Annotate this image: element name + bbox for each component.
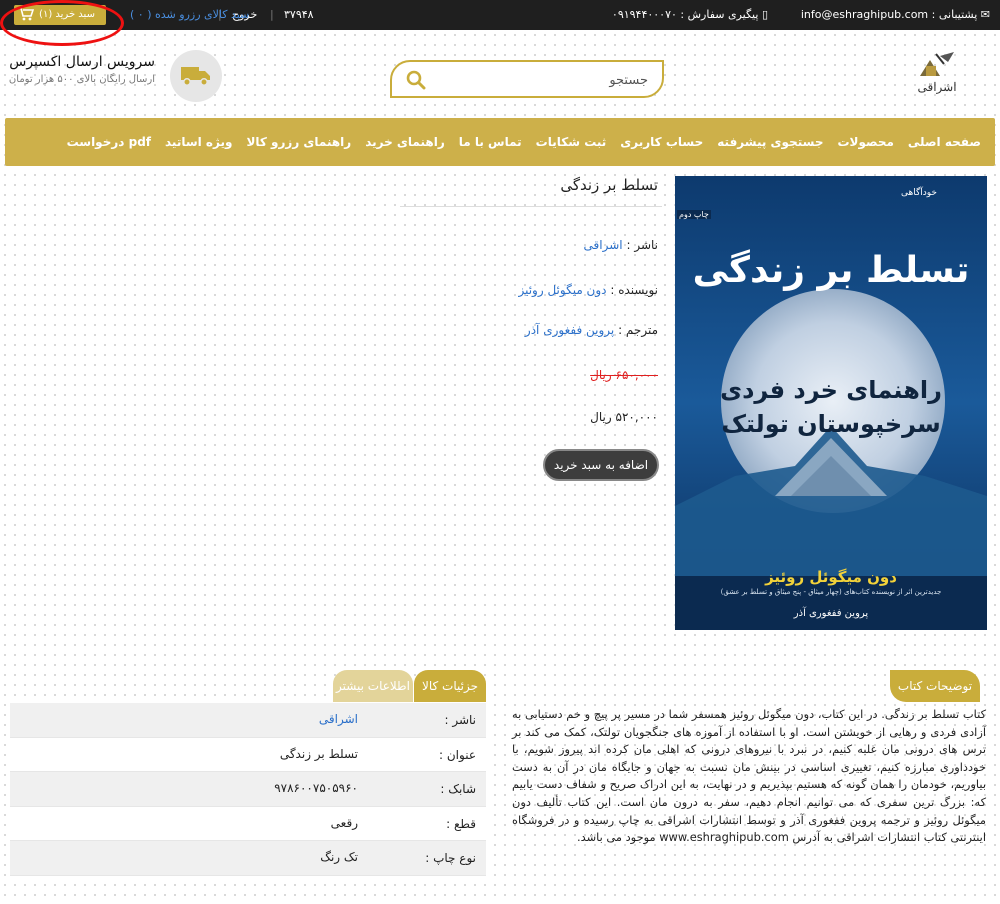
- publisher-row: ناشر : اشراقی: [400, 238, 658, 252]
- nav-item[interactable]: ویژه اساتید: [165, 135, 232, 149]
- nav-item[interactable]: راهنمای رزرو کالا: [246, 135, 351, 149]
- nav-list: صفحه اصلی محصولات جستجوی پیشرفته حساب کاربر…: [67, 118, 981, 166]
- cover-author: دون میگوئل روئیز: [765, 568, 897, 586]
- detail-label: شابک :: [440, 782, 476, 797]
- table-row: عنوان : تسلط بر زندگی: [10, 737, 486, 773]
- author-link[interactable]: دون میگوئل روئیز: [518, 283, 606, 297]
- book-cover-image: خودآگاهی چاپ دوم تسلط بر زندگی راهنمای خ…: [675, 176, 987, 630]
- cart-button[interactable]: سبد خرید (۱): [14, 5, 106, 25]
- nav-item[interactable]: درخواست pdf: [67, 135, 151, 149]
- visitor-counter: ۳۷۹۴۸: [284, 8, 314, 21]
- divider: |: [270, 8, 274, 21]
- cover-tagline: جدیدترین اثر از نویسنده کتاب‌های (چهار م…: [720, 588, 942, 596]
- tab-more-info[interactable]: اطلاعات بیشتر: [333, 670, 413, 702]
- tab-product-details[interactable]: جزئیات کالا: [414, 670, 486, 702]
- reserved-cart-link[interactable]: سبد کالای رزرو شده ( ۰ ): [130, 8, 249, 21]
- support-email[interactable]: info@eshraghipub.com: [801, 8, 928, 21]
- cover-title: تسلط بر زندگی: [692, 250, 970, 291]
- price: ۵۲۰,۰۰۰ ریال: [590, 410, 658, 424]
- search-icon[interactable]: [406, 70, 426, 93]
- old-price: ۶۵۰,۰۰۰ ریال: [590, 368, 658, 382]
- express-subtitle: ارسال رایگان بالای ۵۰۰ هزار تومان: [8, 74, 155, 85]
- description-text: کتاب تسلط بر زندگی. در این کتاب، دون میگ…: [512, 707, 986, 845]
- add-to-cart-button[interactable]: اضافه به سبد خرید: [543, 449, 659, 481]
- search-box: [390, 60, 664, 98]
- author-label: نویسنده :: [610, 283, 658, 297]
- express-title: سرویس ارسال اکسپرس: [9, 54, 155, 70]
- cover-edition: چاپ دوم: [677, 210, 711, 219]
- support-info: ✉ پشتیبانی : info@eshraghipub.com: [801, 8, 990, 21]
- table-row: نوع چاپ : تک رنگ: [10, 841, 486, 876]
- delivery-truck-icon: [181, 67, 210, 86]
- old-price-row: ۶۵۰,۰۰۰ ریال: [400, 368, 658, 382]
- table-row: قطع : رقعی: [10, 806, 486, 842]
- cover-translator: پروین ففغوری آذر: [793, 608, 869, 619]
- translator-link[interactable]: پروین ففغوری آذر: [525, 323, 614, 337]
- nav-item[interactable]: صفحه اصلی: [908, 135, 981, 149]
- detail-value: ۹۷۸۶۰۰۷۵۰۵۹۶۰: [274, 781, 358, 796]
- nav-item[interactable]: راهنمای خرید: [365, 135, 445, 149]
- cover-subtitle-2: سرخپوستان تولتک: [721, 410, 941, 438]
- table-row: ناشر : اشراقی: [10, 703, 486, 738]
- price-row: ۵۲۰,۰۰۰ ریال: [400, 410, 658, 424]
- author-row: نویسنده : دون میگوئل روئیز: [400, 283, 658, 297]
- detail-label: نوع چاپ :: [425, 851, 476, 866]
- cover-badge: خودآگاهی: [901, 188, 937, 198]
- nav-item[interactable]: تماس با ما: [459, 135, 522, 149]
- cart-label: سبد خرید (۱): [39, 9, 95, 20]
- translator-row: مترجم : پروین ففغوری آذر: [400, 323, 658, 337]
- publisher-label: ناشر :: [626, 238, 658, 252]
- search-input[interactable]: [448, 70, 648, 90]
- translator-label: مترجم :: [618, 323, 658, 337]
- detail-label: ناشر :: [444, 713, 476, 727]
- detail-value-link[interactable]: اشراقی: [319, 712, 358, 726]
- express-delivery: [170, 50, 222, 102]
- detail-value: رقعی: [330, 815, 358, 830]
- tracking-phone: ۰۹۱۹۴۴۰۰۰۷۰: [611, 8, 677, 21]
- logo-icon: [920, 52, 954, 76]
- product-title: تسلط بر زندگی: [560, 176, 658, 194]
- cart-icon: [18, 7, 35, 29]
- top-bar: ✉ پشتیبانی : info@eshraghipub.com ▯ پیگی…: [0, 0, 1000, 30]
- phone-icon: ▯: [761, 8, 768, 21]
- table-row: شابک : ۹۷۸۶۰۰۷۵۰۵۹۶۰: [10, 772, 486, 807]
- order-tracking[interactable]: ▯ پیگیری سفارش : ۰۹۱۹۴۴۰۰۰۷۰: [612, 8, 768, 21]
- detail-label: عنوان :: [439, 747, 476, 762]
- tracking-label: پیگیری سفارش :: [680, 8, 759, 21]
- description-tab[interactable]: توضیحات کتاب: [890, 670, 980, 702]
- logo-text: اشراقی: [917, 80, 957, 94]
- main-nav: صفحه اصلی محصولات جستجوی پیشرفته حساب کاربر…: [5, 118, 995, 166]
- nav-item[interactable]: ثبت شکایات: [536, 135, 607, 149]
- envelope-icon: ✉: [980, 8, 990, 21]
- support-label: پشتیبانی :: [931, 8, 978, 21]
- nav-item[interactable]: حساب کاربری: [620, 135, 703, 149]
- title-divider: [400, 206, 662, 207]
- detail-label: قطع :: [446, 816, 476, 831]
- nav-item[interactable]: محصولات: [837, 135, 893, 149]
- details-table: ناشر : اشراقی عنوان : تسلط بر زندگی شابک : ۹۷…: [10, 703, 486, 876]
- nav-item[interactable]: جستجوی پیشرفته: [717, 135, 823, 149]
- cover-subtitle-1: راهنمای خرد فردی: [720, 376, 942, 404]
- publisher-link[interactable]: اشراقی: [584, 238, 623, 252]
- detail-value: تک رنگ: [320, 850, 358, 865]
- logo[interactable]: اشراقی: [914, 50, 960, 106]
- detail-value: تسلط بر زندگی: [279, 746, 358, 761]
